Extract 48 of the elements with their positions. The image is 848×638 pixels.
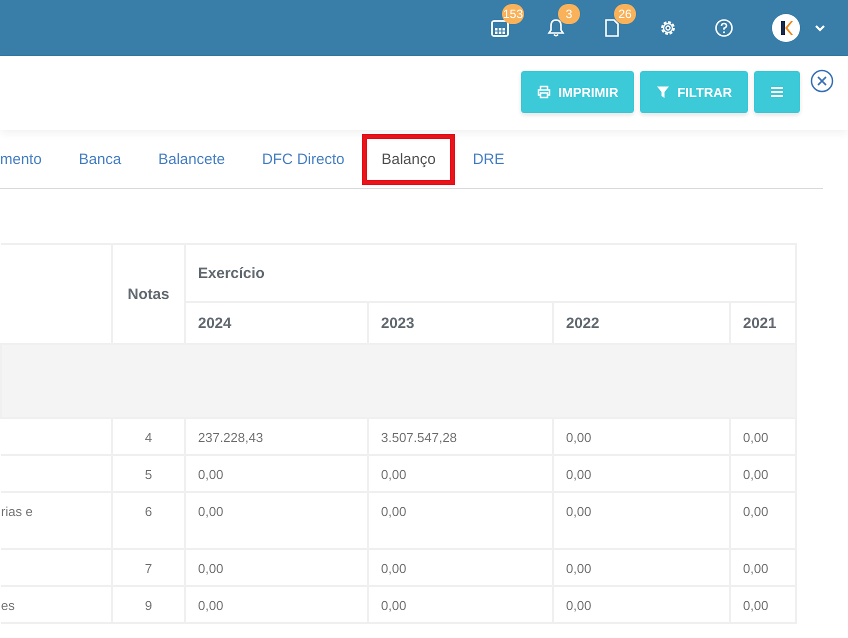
table-cell: 0,00 — [730, 455, 796, 492]
chevron-down-icon[interactable] — [814, 23, 826, 33]
table-cell: 0,00 — [368, 492, 553, 549]
filter-icon — [656, 85, 670, 99]
table-cell: 0,00 — [730, 418, 796, 455]
column-header: Exercício — [185, 244, 796, 302]
printer-icon — [537, 85, 552, 99]
document-icon[interactable] — [603, 18, 621, 38]
avatar-icon[interactable] — [772, 14, 800, 42]
table-cell: 0,00 — [185, 586, 368, 623]
table-cell: 0,00 — [185, 455, 368, 492]
table-cell: 0,00 — [368, 455, 553, 492]
help-icon[interactable] — [714, 18, 734, 38]
bell-icon[interactable] — [546, 18, 566, 38]
table-cell: es — [1, 598, 15, 613]
tab[interactable]: DRE — [472, 142, 504, 176]
table-cell: 237.228,43 — [185, 418, 368, 455]
table-cell: 0,00 — [553, 455, 730, 492]
table-cell: rias e — [1, 504, 33, 519]
settings-icon[interactable] — [658, 18, 678, 38]
table-cell: 0,00 — [553, 492, 730, 549]
menu-icon — [770, 86, 784, 98]
table-cell: 0,00 — [730, 586, 796, 623]
table-cell: 7 — [112, 549, 185, 586]
table-cell: 0,00 — [730, 549, 796, 586]
count-badge: 26 — [614, 4, 636, 24]
table-cell: 0,00 — [368, 549, 553, 586]
tab[interactable]: Balanço — [362, 134, 455, 184]
tab[interactable]: mento — [0, 142, 42, 176]
count-badge: 153 — [502, 4, 524, 24]
tab[interactable]: DFC Directo — [262, 142, 344, 176]
table-cell: 5 — [112, 455, 185, 492]
table-cell: 6 — [112, 492, 185, 549]
table-cell: 4 — [112, 418, 185, 455]
table-cell: 0,00 — [185, 549, 368, 586]
table-cell: 0,00 — [553, 418, 730, 455]
table-cell: 9 — [112, 586, 185, 623]
tab[interactable]: Balancete — [158, 142, 225, 176]
table-cell: 0,00 — [730, 492, 796, 549]
table-cell: 0,00 — [553, 549, 730, 586]
count-badge: 3 — [558, 4, 580, 24]
table-cell: 0,00 — [185, 492, 368, 549]
close-icon[interactable] — [810, 69, 834, 93]
calendar-icon[interactable] — [490, 18, 510, 38]
table-cell: 0,00 — [368, 586, 553, 623]
table-cell: 3.507.547,28 — [368, 418, 553, 455]
tab[interactable]: Banca — [78, 142, 122, 176]
table-cell: 0,00 — [553, 586, 730, 623]
